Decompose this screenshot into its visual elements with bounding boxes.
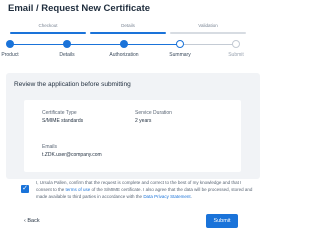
step-dot-authorization bbox=[120, 40, 128, 48]
step-dot-product bbox=[6, 40, 14, 48]
step-label-authorization: Authorization bbox=[109, 52, 139, 58]
segment-bar-validation bbox=[170, 32, 246, 34]
step-label-product: Product bbox=[1, 52, 19, 58]
back-button[interactable]: ‹ Back bbox=[24, 218, 40, 224]
review-card: Certificate Type S/MIME standards Servic… bbox=[24, 100, 241, 172]
back-label: Back bbox=[27, 218, 40, 224]
step-dot-summary bbox=[176, 40, 184, 48]
step-dot-details bbox=[63, 40, 71, 48]
stepper-line-future bbox=[180, 44, 236, 45]
segment-label-validation: Validation bbox=[198, 23, 218, 28]
agree-checkbox[interactable]: ✓ bbox=[21, 185, 29, 193]
stepper: Product Details Authorization Summary Su… bbox=[0, 40, 266, 64]
step-label-details: Details bbox=[59, 52, 75, 58]
review-heading: Review the application before submitting bbox=[14, 81, 131, 88]
segment-bar-checkout bbox=[10, 32, 86, 34]
agreement-text: I, Ursula Pallen, confirm that the reque… bbox=[36, 179, 258, 200]
page-title: Email / Request New Certificate bbox=[8, 3, 151, 14]
privacy-statement-link[interactable]: Data Privacy Statement bbox=[143, 194, 190, 199]
agreement-text-part3: . bbox=[190, 194, 192, 199]
step-label-summary: Summary bbox=[169, 52, 191, 58]
chevron-left-icon: ‹ bbox=[24, 218, 26, 224]
step-dot-submit bbox=[232, 40, 240, 48]
certificate-type-value: S/MIME standards bbox=[42, 118, 84, 124]
email-label: Emails bbox=[42, 144, 58, 150]
request-certificate-page: Email / Request New Certificate Checkout… bbox=[0, 0, 266, 243]
service-duration-value: 2 years bbox=[135, 118, 152, 124]
email-value: t.ZDK.user@company.com bbox=[42, 152, 102, 158]
segment-bar-details bbox=[90, 32, 166, 34]
segment-label-details: Details bbox=[121, 23, 135, 28]
segment-label-checkout: Checkout bbox=[38, 23, 58, 28]
certificate-type-label: Certificate Type bbox=[42, 110, 77, 116]
step-label-submit: Submit bbox=[228, 52, 244, 58]
submit-button[interactable]: Submit bbox=[206, 214, 238, 228]
review-panel: Review the application before submitting… bbox=[6, 73, 260, 179]
service-duration-label: Service Duration bbox=[135, 110, 172, 116]
stepper-line-done bbox=[10, 44, 180, 45]
progress-segments: Checkout Details Validation bbox=[10, 23, 246, 34]
terms-of-use-link[interactable]: terms of use bbox=[66, 187, 91, 192]
